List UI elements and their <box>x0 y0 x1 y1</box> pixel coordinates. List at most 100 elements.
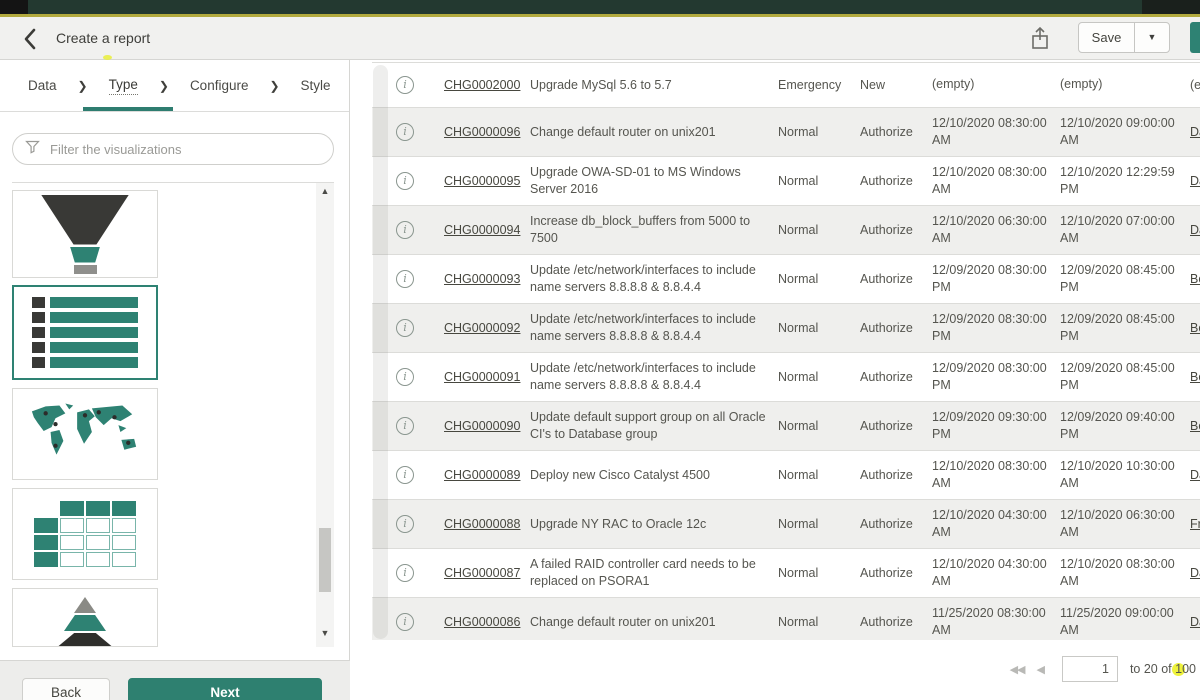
breadcrumb: Data ❯ Type ❯ Configure ❯ Style <box>0 60 350 112</box>
sidebar-scrollbar-thumb[interactable] <box>319 528 331 592</box>
funnel-chart-icon <box>41 195 129 274</box>
priority-value: Emergency <box>778 78 860 92</box>
back-chevron-icon[interactable] <box>20 26 42 52</box>
chevron-right-icon: ❯ <box>78 79 88 93</box>
viz-funnel-thumbnail[interactable] <box>12 190 158 278</box>
short-description: A failed RAID controller card needs to b… <box>530 556 778 590</box>
info-icon: i <box>396 319 414 337</box>
info-icon: i <box>396 613 414 631</box>
info-icon: i <box>396 221 414 239</box>
state-value: Authorize <box>860 419 932 433</box>
info-icon: i <box>396 417 414 435</box>
change-number-link[interactable]: CHG0000094 <box>444 223 530 237</box>
save-caret-button[interactable]: ▼ <box>1134 22 1170 53</box>
change-number-link[interactable]: CHG0000095 <box>444 174 530 188</box>
assigned-to-link[interactable]: Dav <box>1190 223 1200 237</box>
viz-map-thumbnail[interactable] <box>12 388 158 480</box>
pagination-bar: ◀◀ ◀ to 20 of 100 <box>372 644 1200 694</box>
change-number-link[interactable]: CHG0000087 <box>444 566 530 580</box>
table-scrollbar[interactable] <box>373 65 388 639</box>
table-row: i CHG0000094 Increase db_block_buffers f… <box>372 206 1200 255</box>
viz-pyramid-thumbnail[interactable] <box>12 588 158 647</box>
row-info-button[interactable]: i <box>396 368 444 386</box>
assigned-to-link[interactable]: Bow <box>1190 370 1200 384</box>
planned-end-date: 12/10/2020 07:00:00 AM <box>1060 213 1190 248</box>
change-number-link[interactable]: CHG0000092 <box>444 321 530 335</box>
row-info-button[interactable]: i <box>396 417 444 435</box>
row-info-button[interactable]: i <box>396 466 444 484</box>
planned-start-date: 12/09/2020 08:30:00 PM <box>932 262 1060 297</box>
scroll-down-icon[interactable]: ▼ <box>316 628 334 638</box>
planned-start-date: 12/10/2020 08:30:00 AM <box>932 458 1060 493</box>
assigned-to-link[interactable]: Bow <box>1190 321 1200 335</box>
share-export-icon[interactable] <box>1028 25 1052 53</box>
chevron-right-icon: ❯ <box>269 79 279 93</box>
viz-heatmap-thumbnail[interactable] <box>12 488 158 580</box>
priority-value: Normal <box>778 468 860 482</box>
change-number-link[interactable]: CHG0000088 <box>444 517 530 531</box>
planned-end-date: 11/25/2020 09:00:00 AM <box>1060 605 1190 640</box>
tab-configure[interactable]: Configure <box>190 78 249 93</box>
change-number-link[interactable]: CHG0000089 <box>444 468 530 482</box>
change-number-link[interactable]: CHG0000096 <box>444 125 530 139</box>
priority-value: Normal <box>778 615 860 629</box>
assigned-to-link[interactable]: Bow <box>1190 419 1200 433</box>
change-number-link[interactable]: CHG0000086 <box>444 615 530 629</box>
assigned-to-link[interactable]: Dav <box>1190 615 1200 629</box>
row-info-button[interactable]: i <box>396 270 444 288</box>
row-info-button[interactable]: i <box>396 221 444 239</box>
planned-end-date: 12/09/2020 08:45:00 PM <box>1060 360 1190 395</box>
pyramid-chart-icon <box>55 597 115 647</box>
scroll-up-icon[interactable]: ▲ <box>316 186 334 196</box>
change-number-link[interactable]: CHG0000090 <box>444 419 530 433</box>
info-icon: i <box>396 76 414 94</box>
save-button[interactable]: Save <box>1078 22 1135 53</box>
heatmap-table-icon <box>34 501 136 567</box>
planned-start-date: (empty) <box>932 76 1060 94</box>
change-number-link[interactable]: CHG0000091 <box>444 370 530 384</box>
table-row: i CHG0000089 Deploy new Cisco Catalyst 4… <box>372 451 1200 500</box>
planned-end-date: 12/10/2020 12:29:59 PM <box>1060 164 1190 199</box>
change-number-link[interactable]: CHG0002000 <box>444 78 530 92</box>
row-info-button[interactable]: i <box>396 319 444 337</box>
row-info-button[interactable]: i <box>396 564 444 582</box>
short-description: Change default router on unix201 <box>530 614 778 631</box>
priority-value: Normal <box>778 419 860 433</box>
assigned-to-link[interactable]: Dav <box>1190 566 1200 580</box>
previous-page-icon[interactable]: ◀ <box>1036 663 1043 676</box>
table-row: i CHG0000087 A failed RAID controller ca… <box>372 549 1200 598</box>
state-value: Authorize <box>860 174 932 188</box>
change-table-rows: i CHG0002000 Upgrade MySql 5.6 to 5.7 Em… <box>372 63 1200 640</box>
row-info-button[interactable]: i <box>396 515 444 533</box>
planned-end-date: (empty) <box>1060 76 1190 94</box>
run-button-partial[interactable] <box>1190 22 1200 53</box>
row-info-button[interactable]: i <box>396 613 444 631</box>
filter-input[interactable] <box>48 141 321 158</box>
top-bar-left-segment <box>0 0 28 14</box>
assigned-to-link[interactable]: Dav <box>1190 125 1200 139</box>
tab-type[interactable]: Type <box>109 77 138 95</box>
assigned-to-link[interactable]: Dav <box>1190 468 1200 482</box>
assigned-to-link[interactable]: (em <box>1190 78 1200 92</box>
next-button[interactable]: Next <box>128 678 322 700</box>
state-value: Authorize <box>860 272 932 286</box>
assigned-to-link[interactable]: Dav <box>1190 174 1200 188</box>
assigned-to-link[interactable]: Fre <box>1190 517 1200 531</box>
planned-start-date: 12/10/2020 08:30:00 AM <box>932 164 1060 199</box>
first-page-icon[interactable]: ◀◀ <box>1010 663 1025 676</box>
row-info-button[interactable]: i <box>396 76 444 94</box>
viz-list-thumbnail-selected[interactable] <box>12 285 158 380</box>
row-info-button[interactable]: i <box>396 172 444 190</box>
back-button[interactable]: Back <box>22 678 110 700</box>
planned-end-date: 12/09/2020 09:40:00 PM <box>1060 409 1190 444</box>
row-info-button[interactable]: i <box>396 123 444 141</box>
tab-style[interactable]: Style <box>301 78 331 93</box>
page-number-input[interactable] <box>1062 656 1118 682</box>
tab-data[interactable]: Data <box>28 78 57 93</box>
table-row: i CHG0000092 Update /etc/network/interfa… <box>372 304 1200 353</box>
change-number-link[interactable]: CHG0000093 <box>444 272 530 286</box>
state-value: Authorize <box>860 223 932 237</box>
info-icon: i <box>396 270 414 288</box>
assigned-to-link[interactable]: Bow <box>1190 272 1200 286</box>
state-value: New <box>860 78 932 92</box>
